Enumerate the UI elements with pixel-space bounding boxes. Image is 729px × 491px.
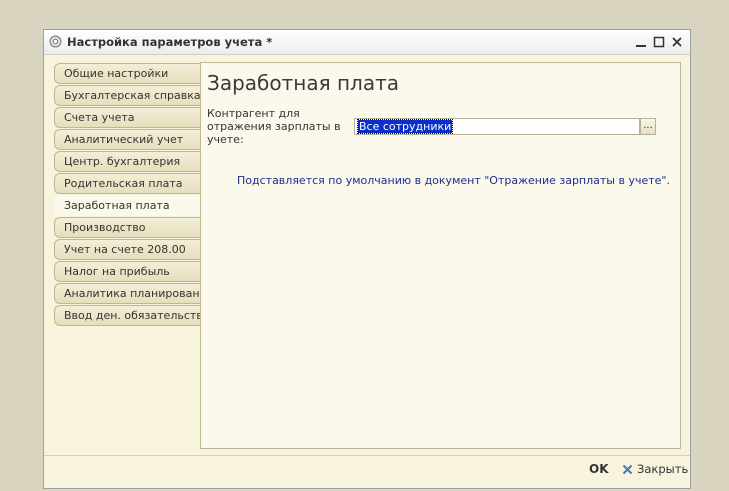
- counterparty-label: Контрагент для отражения зарплаты в учет…: [207, 107, 341, 146]
- tab-salary[interactable]: Заработная плата: [54, 195, 202, 216]
- tab-planning-analytics[interactable]: Аналитика планирования: [54, 283, 213, 304]
- tab-profit-tax[interactable]: Налог на прибыль: [54, 261, 201, 282]
- ok-button[interactable]: OK: [589, 462, 609, 476]
- title-bar[interactable]: Настройка параметров учета *: [44, 30, 690, 55]
- tab-production[interactable]: Производство: [54, 217, 201, 238]
- counterparty-field[interactable]: Все сотрудники: [354, 118, 640, 135]
- tab-analytics[interactable]: Аналитический учет: [54, 129, 201, 150]
- maximize-icon: [653, 36, 665, 48]
- minimize-button[interactable]: [632, 33, 650, 51]
- gear-icon: [49, 35, 62, 48]
- x-icon: [622, 464, 633, 474]
- minimize-icon: [636, 45, 646, 47]
- select-counterparty-button[interactable]: ...: [640, 118, 656, 135]
- counterparty-value: Все сотрудники: [358, 120, 453, 133]
- tab-parent-fee[interactable]: Родительская плата: [54, 173, 201, 194]
- tab-general[interactable]: Общие настройки: [54, 63, 201, 84]
- settings-tabs: Общие настройки Бухгалтерская справка Сч…: [54, 63, 213, 327]
- maximize-button[interactable]: [650, 33, 668, 51]
- tab-accounts[interactable]: Счета учета: [54, 107, 201, 128]
- window-title: Настройка параметров учета *: [67, 35, 273, 49]
- tab-obligations-input[interactable]: Ввод ден. обязательств: [54, 305, 203, 326]
- tab-central-accounting[interactable]: Центр. бухгалтерия: [54, 151, 201, 172]
- panel-title: Заработная плата: [207, 71, 399, 95]
- hint-text: Подставляется по умолчанию в документ "О…: [237, 174, 670, 187]
- dialog-footer: OK Закрыть: [44, 455, 690, 491]
- tab-account-208[interactable]: Учет на счете 208.00: [54, 239, 201, 260]
- settings-window: Настройка параметров учета * Общие настр…: [43, 29, 691, 489]
- close-button-label: Закрыть: [637, 462, 689, 476]
- close-window-button[interactable]: [668, 33, 686, 51]
- tab-accounting-note[interactable]: Бухгалтерская справка: [54, 85, 201, 106]
- close-icon: [672, 37, 682, 47]
- close-button[interactable]: Закрыть: [622, 462, 688, 476]
- salary-panel: Заработная плата Контрагент для отражени…: [200, 62, 681, 449]
